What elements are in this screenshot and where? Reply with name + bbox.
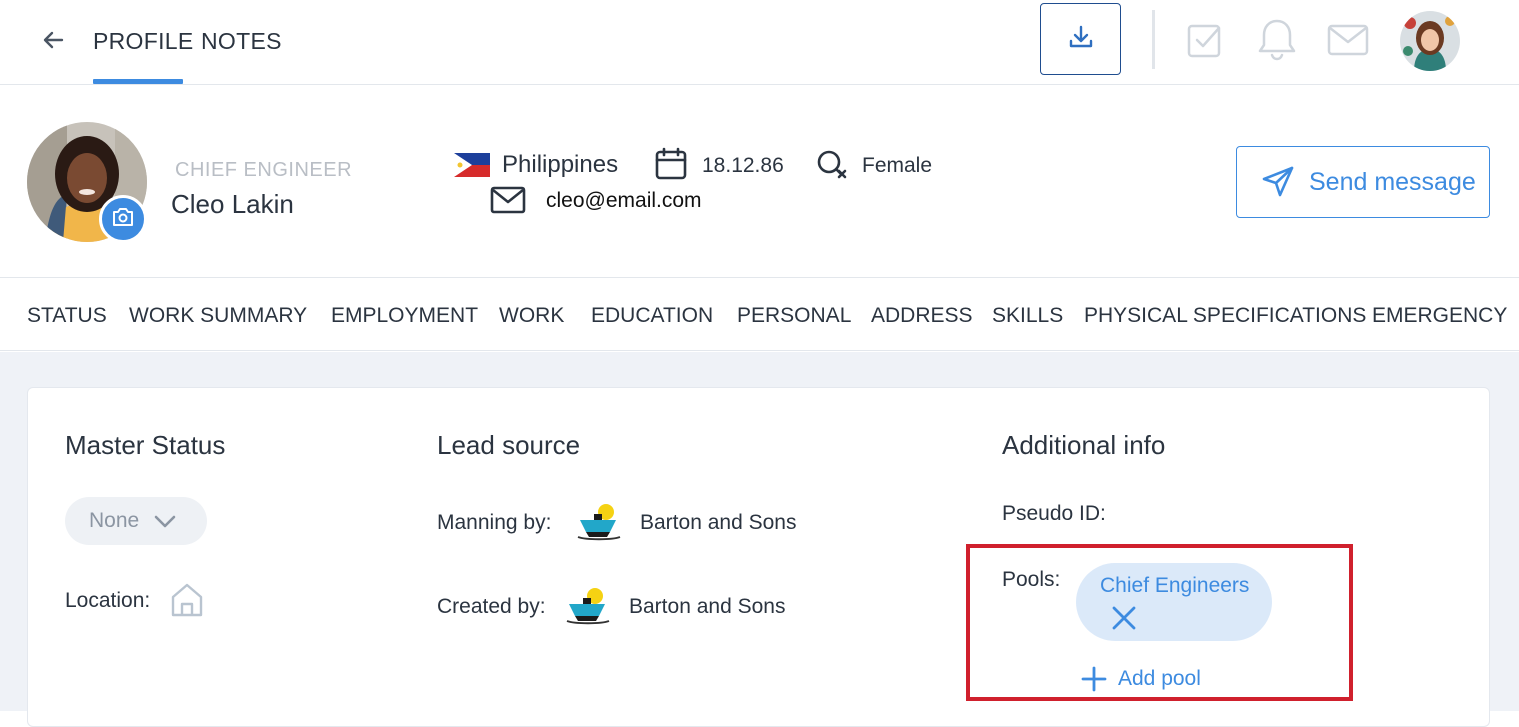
master-status-value: None bbox=[89, 509, 140, 532]
change-photo-button[interactable] bbox=[99, 195, 147, 243]
job-role: CHIEF ENGINEER bbox=[175, 159, 353, 181]
profile-header: CHIEF ENGINEER Cleo Lakin Philippines 18… bbox=[0, 85, 1519, 278]
section-nav-emergency[interactable]: EMERGENCY bbox=[1372, 304, 1507, 328]
gender: Female bbox=[862, 154, 933, 177]
bell-icon[interactable] bbox=[1255, 16, 1299, 64]
tasks-check-icon[interactable] bbox=[1183, 16, 1227, 64]
section-nav-physical-specifications[interactable]: PHYSICAL SPECIFICATIONS bbox=[1084, 304, 1366, 328]
section-nav-employment[interactable]: EMPLOYMENT bbox=[331, 304, 478, 328]
section-nav-work[interactable]: WORK bbox=[499, 304, 564, 328]
tab-profile[interactable]: PROFILE bbox=[93, 28, 194, 55]
mail-icon[interactable] bbox=[1326, 16, 1370, 64]
company-logo-icon bbox=[576, 502, 622, 542]
calendar-icon bbox=[654, 147, 688, 181]
company-logo-icon bbox=[565, 586, 611, 626]
created-company[interactable]: Barton and Sons bbox=[629, 595, 785, 619]
manning-company[interactable]: Barton and Sons bbox=[640, 511, 796, 535]
master-status-select[interactable]: None bbox=[65, 497, 207, 545]
section-nav-status[interactable]: STATUS bbox=[27, 304, 107, 328]
manning-by-label: Manning by: bbox=[437, 511, 552, 534]
download-icon bbox=[1066, 22, 1096, 57]
tab-notes[interactable]: NOTES bbox=[201, 28, 282, 55]
location-label: Location: bbox=[65, 589, 151, 612]
active-tab-indicator bbox=[93, 79, 183, 84]
created-by-label: Created by: bbox=[437, 595, 546, 618]
back-arrow-icon[interactable] bbox=[40, 26, 68, 54]
date-of-birth: 18.12.86 bbox=[702, 154, 784, 177]
gender-icon bbox=[815, 148, 849, 182]
section-nav-work-summary[interactable]: WORK SUMMARY bbox=[129, 304, 307, 328]
user-avatar[interactable] bbox=[1400, 11, 1460, 71]
additional-info-heading: Additional info bbox=[1002, 430, 1166, 460]
profile-name: Cleo Lakin bbox=[171, 189, 294, 219]
download-button[interactable] bbox=[1040, 3, 1121, 75]
send-message-label: Send message bbox=[1309, 167, 1476, 196]
home-icon[interactable] bbox=[170, 582, 204, 618]
philippines-flag-icon bbox=[454, 153, 490, 177]
section-nav-address[interactable]: ADDRESS bbox=[871, 304, 973, 328]
pseudo-id-label: Pseudo ID: bbox=[1002, 502, 1106, 525]
section-nav-skills[interactable]: SKILLS bbox=[992, 304, 1063, 328]
toolbar-divider bbox=[1152, 10, 1155, 69]
email-address[interactable]: cleo@email.com bbox=[546, 189, 702, 213]
top-bar: PROFILE NOTES bbox=[0, 0, 1519, 85]
section-nav: STATUS WORK SUMMARY EMPLOYMENT WORK EDUC… bbox=[0, 279, 1519, 351]
camera-icon bbox=[111, 207, 135, 232]
send-icon bbox=[1262, 166, 1294, 197]
section-nav-personal[interactable]: PERSONAL bbox=[737, 304, 851, 328]
lead-source-heading: Lead source bbox=[437, 430, 581, 460]
pools-highlight-box bbox=[966, 544, 1353, 701]
chevron-down-icon bbox=[154, 515, 176, 528]
master-status-heading: Master Status bbox=[65, 430, 226, 460]
section-nav-education[interactable]: EDUCATION bbox=[591, 304, 713, 328]
send-message-button[interactable]: Send message bbox=[1236, 146, 1490, 218]
email-icon bbox=[490, 185, 526, 215]
country: Philippines bbox=[502, 151, 619, 178]
